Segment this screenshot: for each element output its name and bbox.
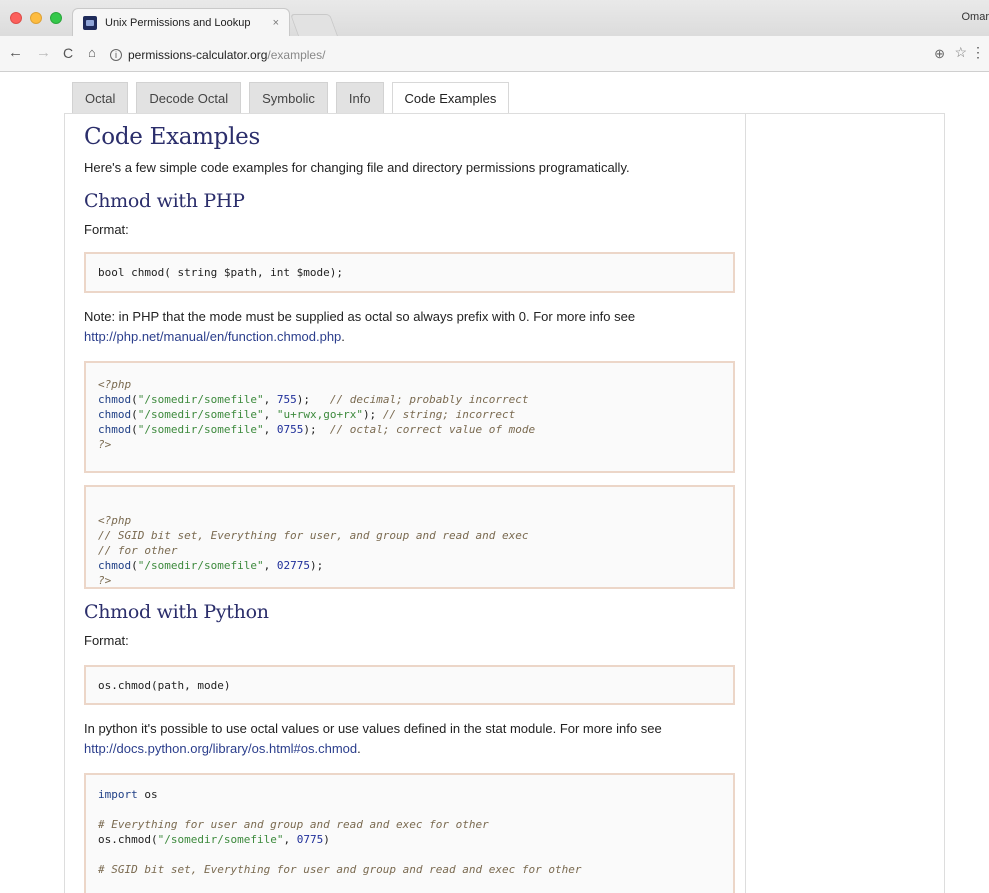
tab-symbolic[interactable]: Symbolic: [249, 82, 328, 114]
site-favicon-icon: [83, 15, 97, 30]
code-fn: os.chmod: [98, 833, 151, 846]
php-format-code: bool chmod( string $path, int $mode);: [98, 266, 344, 279]
php-heading: Chmod with PHP: [84, 190, 245, 212]
zoom-window-button[interactable]: [50, 12, 62, 24]
python-format-label: Format:: [84, 633, 129, 648]
php-close-tag: ?>: [98, 574, 112, 587]
php-note-end: .: [341, 329, 345, 344]
code-path: "/somedir/somefile": [137, 559, 264, 572]
new-tab-button[interactable]: [289, 14, 339, 36]
php-note-text: Note: in PHP that the mode must be suppl…: [84, 309, 636, 324]
code-keyword: import: [98, 788, 138, 801]
intro-text: Here's a few simple code examples for ch…: [84, 160, 630, 175]
address-bar[interactable]: i permissions-calculator.org/examples/: [110, 46, 610, 64]
profile-name[interactable]: Omar: [962, 11, 989, 23]
browser-tab-title: Unix Permissions and Lookup: [105, 16, 251, 29]
code-comment: // SGID bit set, Everything for user, an…: [98, 529, 529, 542]
tab-code-examples[interactable]: Code Examples: [391, 82, 510, 115]
code-fn: chmod: [98, 559, 132, 572]
home-icon[interactable]: ⌂: [88, 45, 96, 61]
code-comment: // octal; correct value of mode: [329, 423, 536, 436]
python-note-text: In python it's possible to use octal val…: [84, 721, 662, 736]
page-tab-bar: Octal Decode Octal Symbolic Info Code Ex…: [72, 82, 517, 115]
code-path: "/somedir/somefile": [137, 393, 264, 406]
tab-info[interactable]: Info: [335, 82, 384, 114]
tab-octal[interactable]: Octal: [72, 82, 129, 114]
php-open-tag: <?php: [98, 378, 132, 391]
tab-decode-octal[interactable]: Decode Octal: [136, 82, 242, 114]
code-arg: 755: [276, 393, 297, 406]
browser-menu-icon[interactable]: ⋮: [971, 44, 985, 61]
code-path: "/somedir/somefile": [157, 833, 284, 846]
python-docs-link[interactable]: http://docs.python.org/library/os.html#o…: [84, 741, 357, 756]
python-format-code: os.chmod(path, mode): [98, 679, 231, 692]
close-window-button[interactable]: [10, 12, 22, 24]
code-module: os: [144, 788, 158, 801]
code-comment: // for other: [98, 544, 178, 557]
code-arg: "u+rwx,go+rx": [276, 408, 363, 421]
main-content: Code Examples Here's a few simple code e…: [84, 118, 744, 893]
browser-toolbar: ← → C ⌂ i permissions-calculator.org/exa…: [0, 36, 989, 72]
browser-tab[interactable]: Unix Permissions and Lookup ×: [72, 8, 290, 36]
php-example-2-code-block: <?php // SGID bit set, Everything for use…: [84, 485, 735, 589]
sidebar-divider: [745, 113, 746, 893]
code-comment: // decimal; probably incorrect: [329, 393, 529, 406]
site-info-icon[interactable]: i: [110, 49, 122, 61]
code-fn: chmod: [98, 423, 132, 436]
page-title: Code Examples: [84, 124, 260, 150]
code-arg: 0755: [276, 423, 304, 436]
python-note: In python it's possible to use octal val…: [84, 719, 744, 759]
close-tab-icon[interactable]: ×: [273, 17, 279, 29]
url-host: permissions-calculator.org: [128, 48, 268, 62]
python-example-1-code-block: import os # Everything for user and group…: [84, 773, 735, 893]
php-example-1-code-block: <?php chmod("/somedir/somefile", 755); //…: [84, 361, 735, 473]
reload-icon[interactable]: C: [63, 45, 73, 61]
back-arrow-icon[interactable]: ←: [8, 45, 23, 61]
code-comment: # SGID bit set, Everything for user and …: [98, 863, 582, 876]
php-note: Note: in PHP that the mode must be suppl…: [84, 307, 744, 347]
minimize-window-button[interactable]: [30, 12, 42, 24]
php-close-tag: ?>: [98, 438, 112, 451]
code-fn: chmod: [98, 393, 132, 406]
code-path: "/somedir/somefile": [137, 423, 264, 436]
php-format-code-block: bool chmod( string $path, int $mode);: [84, 252, 735, 293]
python-note-end: .: [357, 741, 361, 756]
window-titlebar: Unix Permissions and Lookup × Omar: [0, 0, 989, 36]
python-format-code-block: os.chmod(path, mode): [84, 665, 735, 705]
url-path: /examples/: [267, 48, 326, 62]
code-path: "/somedir/somefile": [137, 408, 264, 421]
zoom-icon[interactable]: ⊕: [934, 46, 945, 62]
php-open-tag: <?php: [98, 514, 132, 527]
python-heading: Chmod with Python: [84, 601, 269, 623]
code-fn: chmod: [98, 408, 132, 421]
code-arg: 02775: [276, 559, 310, 572]
bookmark-star-icon[interactable]: ☆: [954, 44, 967, 61]
php-docs-link[interactable]: http://php.net/manual/en/function.chmod.…: [84, 329, 341, 344]
code-comment: # Everything for user and group and read…: [98, 818, 489, 831]
forward-arrow-icon[interactable]: →: [36, 45, 51, 61]
php-format-label: Format:: [84, 222, 129, 237]
code-arg: 0775: [296, 833, 324, 846]
code-comment: // string; incorrect: [382, 408, 516, 421]
